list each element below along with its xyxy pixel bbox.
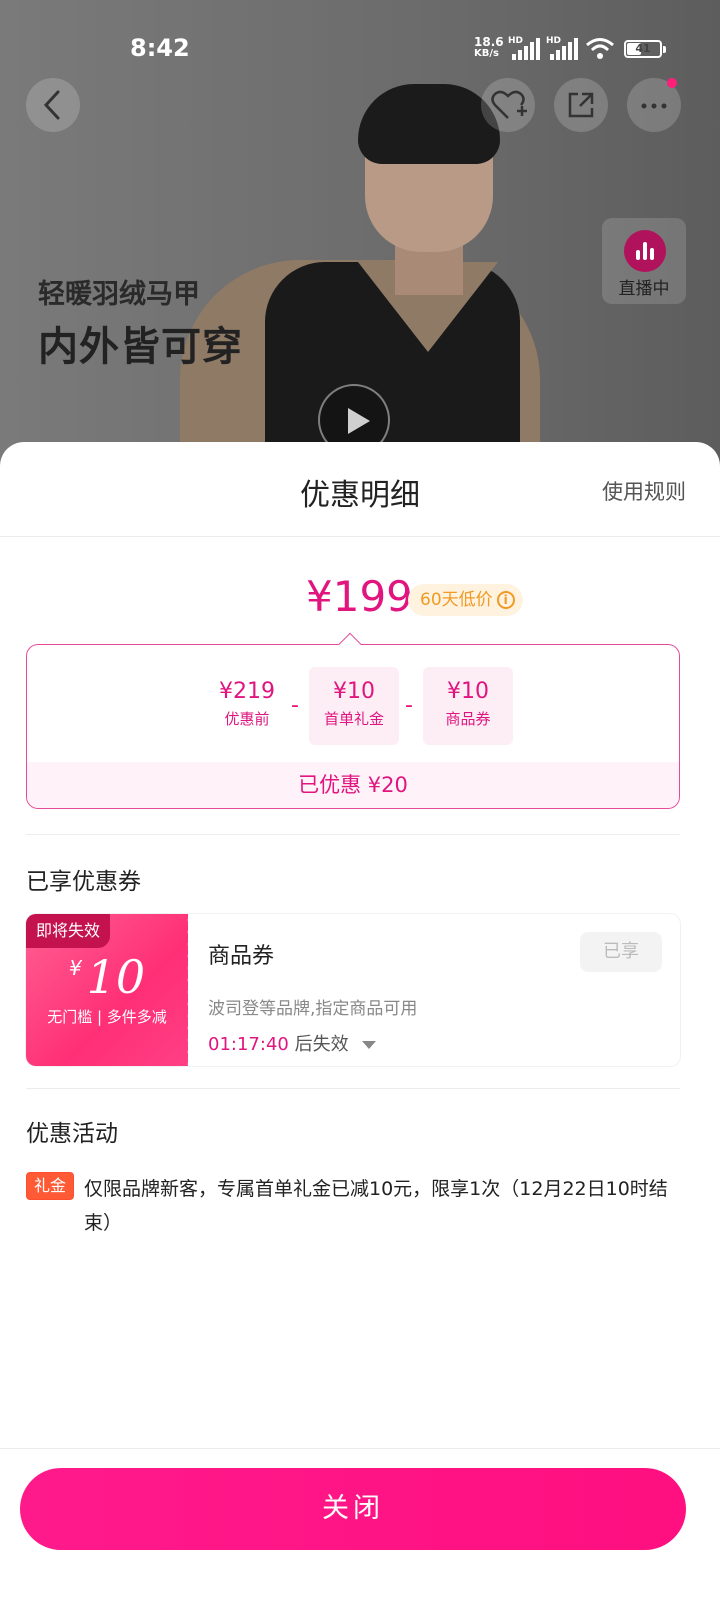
battery-icon: 41	[624, 40, 666, 58]
breakdown-amount: ¥219	[219, 679, 275, 704]
usage-rules-link[interactable]: 使用规则	[602, 476, 686, 506]
coupon-countdown[interactable]: 01:17:40 后失效	[208, 1030, 377, 1056]
network-speed-value: 18.6	[474, 35, 504, 49]
live-icon	[624, 230, 666, 272]
heart-add-icon	[491, 90, 527, 119]
breakdown-product-coupon: ¥10 商品券	[423, 667, 513, 745]
discount-detail-sheet: 优惠明细 使用规则 ¥199 60天低价 i ¥219 优惠前 - ¥10 首单礼…	[0, 442, 720, 1600]
breakdown-label: 商品券	[445, 710, 491, 728]
status-time: 8:42	[130, 34, 190, 62]
battery-level: 41	[635, 42, 651, 55]
header-divider	[0, 536, 720, 537]
back-arrow-icon	[43, 90, 60, 120]
status-bar: 8:42 18.6 KB/s HD HD 41	[0, 0, 720, 70]
signal-hd-label: HD	[508, 36, 524, 46]
coupon-name: 商品券	[208, 944, 275, 969]
banner-title: 内外皆可穿	[38, 324, 243, 370]
back-button[interactable]	[26, 78, 80, 132]
breakdown-original: ¥219 优惠前	[202, 667, 292, 745]
activity-description: 仅限品牌新客，专属首单礼金已减10元，限享1次（12月22日10时结束）	[84, 1178, 668, 1234]
activities-section-title: 优惠活动	[26, 1121, 118, 1147]
coupon-condition: 无门槛 | 多件多减	[47, 1008, 167, 1026]
lowest-price-label: 60天低价	[420, 590, 493, 610]
lowest-price-tag[interactable]: 60天低价 i	[408, 584, 523, 616]
final-price: ¥199	[306, 572, 413, 621]
signal-2-hd-label: HD	[546, 36, 562, 46]
breakdown-amount: ¥10	[333, 679, 375, 704]
coupon-currency: ¥	[68, 956, 82, 980]
cell-signal-2-icon: HD	[546, 36, 582, 60]
gift-badge: 礼金	[26, 1172, 74, 1200]
coupons-section-title: 已享优惠券	[26, 869, 141, 895]
breakdown-label: 首单礼金	[323, 710, 384, 728]
live-stream-button[interactable]: 直播中	[602, 218, 686, 304]
notification-dot	[667, 78, 677, 88]
breakdown-amount: ¥10	[447, 679, 489, 704]
favorite-button[interactable]	[481, 78, 535, 132]
section-divider	[26, 1088, 680, 1089]
price-breakdown: ¥219 优惠前 - ¥10 首单礼金 - ¥10 商品券 已优惠 ¥20	[26, 644, 680, 809]
expiring-badge: 即将失效	[26, 914, 111, 948]
info-icon: i	[496, 591, 515, 609]
coupon-value: ¥ 10	[26, 950, 188, 1004]
section-divider	[26, 834, 680, 835]
close-button[interactable]: 关闭	[20, 1468, 686, 1550]
model-hair	[358, 84, 500, 164]
cell-signal-icon: HD	[508, 36, 544, 60]
banner-subtitle: 轻暖羽绒马甲	[38, 279, 200, 310]
network-speed: 18.6 KB/s	[474, 36, 504, 60]
coupon-card[interactable]: 即将失效 ¥ 10 无门槛 | 多件多减 商品券 波司登等品牌,指定商品可用 0…	[26, 914, 680, 1066]
total-discount: 已优惠 ¥20	[27, 762, 679, 808]
minus-sign: -	[405, 693, 413, 718]
coupon-description: 波司登等品牌,指定商品可用	[208, 999, 418, 1019]
coupon-perforation	[184, 914, 192, 1066]
coupon-status-button: 已享	[580, 932, 662, 972]
share-icon	[568, 92, 594, 118]
share-button[interactable]	[554, 78, 608, 132]
minus-sign: -	[291, 693, 299, 718]
chevron-down-icon	[362, 1041, 377, 1049]
coupon-value-panel: 即将失效 ¥ 10 无门槛 | 多件多减	[26, 914, 188, 1066]
breakdown-label: 优惠前	[224, 710, 270, 728]
breakdown-first-order-gift: ¥10 首单礼金	[309, 667, 399, 745]
coupon-amount: 10	[86, 950, 146, 1004]
countdown-time: 01:17:40	[208, 1034, 289, 1055]
countdown-suffix: 后失效	[294, 1034, 349, 1055]
wifi-icon	[586, 38, 614, 59]
network-speed-unit: KB/s	[474, 48, 499, 59]
footer-divider	[0, 1448, 720, 1449]
live-label: 直播中	[618, 279, 670, 299]
